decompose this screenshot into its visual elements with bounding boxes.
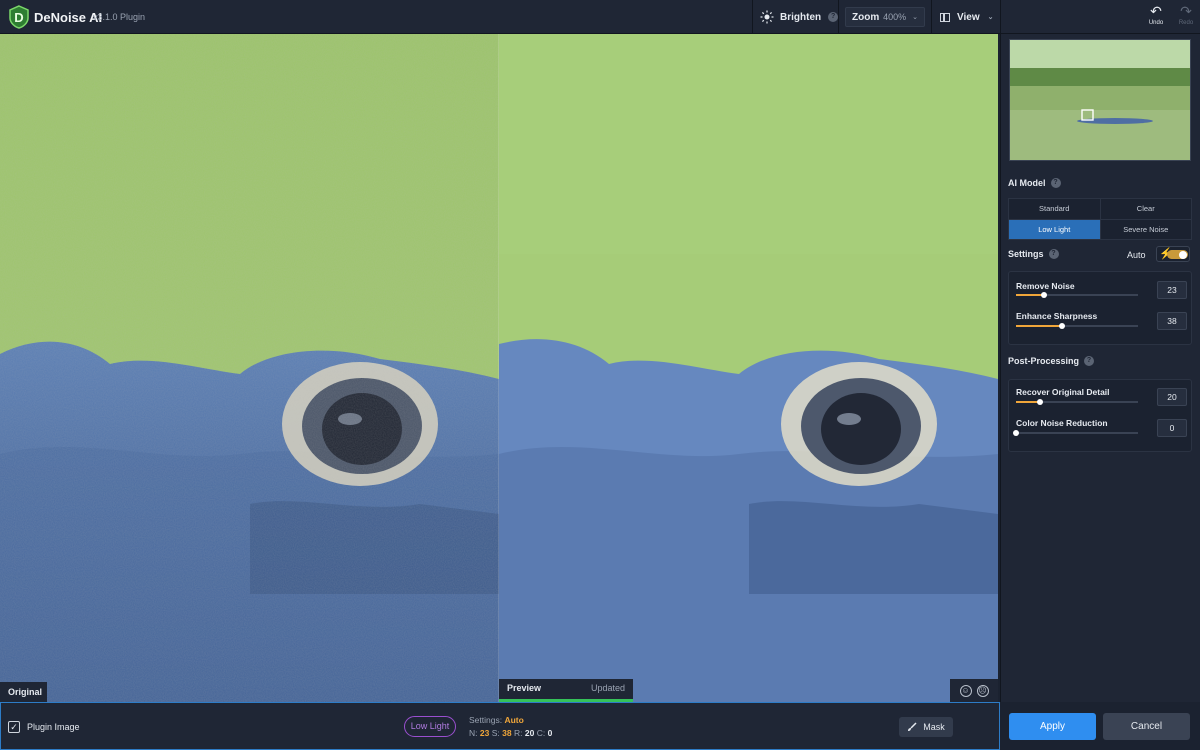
preview-tag: Preview Updated	[499, 679, 633, 702]
toolbar-divider	[1000, 0, 1001, 34]
s-value: 38	[502, 728, 512, 738]
r-value: 20	[524, 728, 535, 738]
post-processing-label: Post-Processing	[1008, 356, 1080, 366]
mask-label: Mask	[923, 722, 945, 732]
recover-original-detail-slider[interactable]	[1016, 399, 1138, 405]
brighten-button[interactable]: Brighten ?	[760, 0, 840, 34]
model-low-light[interactable]: Low Light	[1009, 219, 1100, 239]
split-view-icon	[940, 12, 950, 22]
navigator-image	[1010, 40, 1190, 160]
zoom-label: Zoom	[852, 11, 880, 23]
auto-label: Auto	[1127, 250, 1146, 260]
neutral-face-icon[interactable]: ☹	[976, 684, 989, 697]
settings-title-label: Settings	[1008, 249, 1044, 259]
c-label: C:	[536, 728, 546, 738]
bottom-bar: ✓ Plugin Image Low Light Settings: Auto …	[0, 702, 1000, 750]
zoom-value: 400%	[883, 12, 907, 22]
recover-original-detail-value[interactable]: 20	[1157, 388, 1187, 406]
sun-icon	[760, 10, 774, 24]
model-severe-noise[interactable]: Severe Noise	[1100, 219, 1191, 239]
slider-fill	[1016, 294, 1045, 296]
view-dropdown[interactable]: View ⌄	[940, 0, 995, 34]
preview-image	[499, 34, 998, 702]
view-label: View	[957, 11, 980, 23]
remove-noise-value[interactable]: 23	[1157, 281, 1187, 299]
chevron-down-icon: ⌄	[987, 14, 994, 21]
brighten-label: Brighten	[780, 11, 822, 23]
toggle-knob	[1179, 250, 1187, 259]
toolbar-divider	[838, 0, 839, 34]
undo-icon: ↶	[1150, 3, 1162, 19]
color-noise-reduction-label: Color Noise Reduction	[1016, 418, 1108, 428]
image-canvas[interactable]: Original Preview Updated ☺ ☹	[0, 34, 998, 702]
plugin-image-label: Plugin Image	[27, 722, 80, 732]
redo-icon: ↷	[1180, 3, 1192, 19]
enhance-sharpness-slider[interactable]	[1016, 323, 1138, 329]
c-value: 0	[547, 728, 553, 738]
preview-image-pane[interactable]	[499, 34, 998, 702]
settings-label: Settings:	[469, 715, 503, 725]
navigator-thumbnail[interactable]	[1009, 39, 1191, 161]
help-icon[interactable]: ?	[828, 12, 839, 22]
s-label: S:	[491, 728, 500, 738]
auto-toggle[interactable]: ⚡	[1156, 246, 1190, 262]
color-noise-reduction-value[interactable]: 0	[1157, 419, 1187, 437]
smile-face-icon[interactable]: ☺	[959, 684, 972, 697]
chevron-down-icon: ⌄	[912, 14, 918, 21]
original-image-pane[interactable]	[0, 34, 499, 702]
redo-label: Redo	[1178, 20, 1194, 26]
settings-summary: Settings: Auto N: 23 S: 38 R: 20 C: 0	[469, 714, 552, 740]
help-icon[interactable]: ?	[1048, 249, 1059, 259]
recover-original-detail-label: Recover Original Detail	[1016, 387, 1110, 397]
help-icon[interactable]: ?	[1084, 356, 1095, 366]
top-toolbar: D DeNoise AI v3.1.0 Plugin Brighten ? Zo…	[0, 0, 1200, 34]
slider-handle[interactable]	[1037, 399, 1044, 405]
slider-handle[interactable]	[1059, 323, 1066, 329]
model-standard[interactable]: Standard	[1009, 199, 1100, 219]
post-processing-title: Post-Processing ?	[1008, 356, 1095, 366]
post-processing-card: Recover Original Detail 20 Color Noise R…	[1008, 379, 1192, 452]
settings-mode: Auto	[504, 715, 524, 725]
r-label: R:	[513, 728, 523, 738]
model-clear[interactable]: Clear	[1100, 199, 1191, 219]
toolbar-divider	[752, 0, 753, 34]
denoise-logo-icon: D	[9, 5, 29, 29]
settings-card: Remove Noise 23 Enhance Sharpness 38	[1008, 271, 1192, 345]
undo-label: Undo	[1148, 20, 1164, 26]
original-image	[0, 34, 499, 702]
cancel-button[interactable]: Cancel	[1103, 713, 1190, 740]
zoom-dropdown[interactable]: Zoom 400% ⌄	[845, 7, 925, 27]
toolbar-divider	[931, 0, 932, 34]
app-name: DeNoise AI	[34, 10, 103, 25]
color-noise-reduction-slider[interactable]	[1013, 430, 1138, 436]
n-value: 23	[479, 728, 490, 738]
help-icon[interactable]: ?	[1050, 178, 1061, 188]
ai-model-title: AI Model ?	[1008, 178, 1061, 188]
apply-button[interactable]: Apply	[1009, 713, 1096, 740]
undo-button[interactable]: ↶ Undo	[1142, 4, 1170, 30]
app-version: v3.1.0 Plugin	[93, 12, 146, 22]
settings-panel: AI Model ? Standard Clear Low Light Seve…	[1000, 34, 1200, 702]
settings-title: Settings ?	[1008, 249, 1059, 259]
split-divider[interactable]	[498, 34, 499, 702]
feedback-box: ☺ ☹	[950, 679, 998, 702]
svg-text:D: D	[14, 10, 23, 25]
ai-model-label: AI Model	[1008, 178, 1046, 188]
redo-button[interactable]: ↷ Redo	[1172, 4, 1200, 30]
mask-button[interactable]: Mask	[899, 717, 953, 737]
ai-model-selector: Standard Clear Low Light Severe Noise	[1008, 198, 1192, 240]
slider-handle[interactable]	[1041, 292, 1048, 298]
remove-noise-slider[interactable]	[1016, 292, 1138, 298]
enhance-sharpness-label: Enhance Sharpness	[1016, 311, 1098, 321]
plugin-image-checkbox[interactable]: ✓	[8, 721, 20, 733]
remove-noise-label: Remove Noise	[1016, 281, 1075, 291]
slider-fill	[1016, 325, 1063, 327]
enhance-sharpness-value[interactable]: 38	[1157, 312, 1187, 330]
slider-handle[interactable]	[1013, 430, 1019, 436]
original-tag: Original	[0, 682, 47, 702]
model-pill: Low Light	[404, 716, 456, 737]
n-label: N:	[469, 728, 478, 738]
brush-icon	[908, 722, 917, 731]
